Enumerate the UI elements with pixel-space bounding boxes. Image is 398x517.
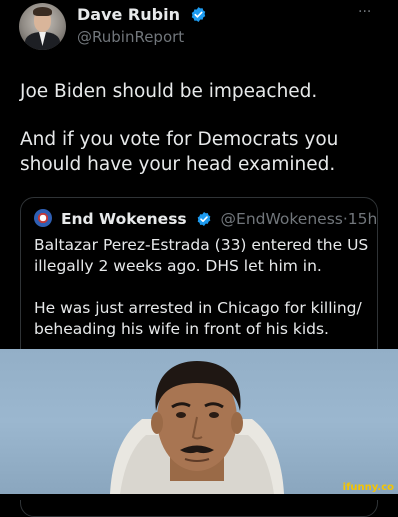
quoted-text-line1: Baltazar Perez-Estrada (33) entered the … [34,236,369,275]
bottom-edge [0,494,398,500]
more-options-icon[interactable]: ··· [358,4,371,20]
tweet-card: Dave Rubin @RubinReport ··· Joe Biden sh… [0,0,398,517]
quoted-media-photo[interactable]: ifunny.co [0,349,398,494]
author-name-row[interactable]: Dave Rubin [77,5,207,27]
quoted-text-line2: He was just arrested in Chicago for kill… [34,299,362,338]
verified-badge-icon [190,6,207,27]
ifunny-watermark: ifunny.co [342,482,394,493]
tweet-text-line2: And if you vote for Democrats you should… [20,129,339,175]
quoted-verified-badge-icon [196,211,212,231]
tweet-text-line1: Joe Biden should be impeached. [20,81,318,102]
quoted-timestamp[interactable]: 15h [348,210,377,228]
author-handle[interactable]: @RubinReport [77,28,184,46]
quoted-author-avatar[interactable] [34,209,52,227]
mugshot-illustration [110,361,284,494]
author-display-name[interactable]: Dave Rubin [77,5,180,24]
author-avatar[interactable] [19,3,66,50]
quoted-author-name[interactable]: End Wokeness [61,210,187,228]
quoted-author-handle[interactable]: @EndWokeness [221,210,343,228]
avatar-hair [33,7,52,16]
quoted-tweet-header: End Wokeness @EndWokeness·15h [34,209,377,231]
